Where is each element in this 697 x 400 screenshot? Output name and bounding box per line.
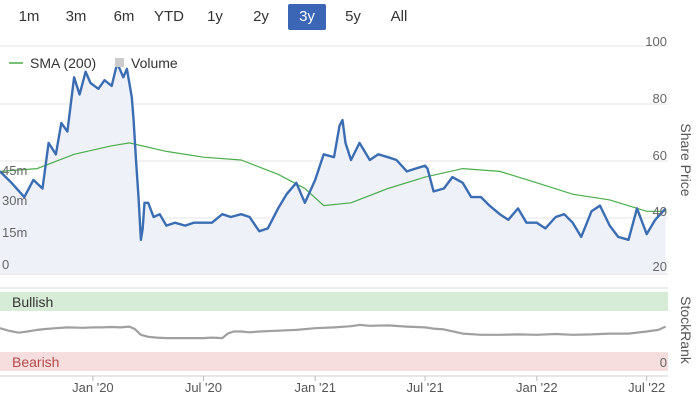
legend-sma-label: SMA (200) xyxy=(30,55,96,71)
legend-volume-label: Volume xyxy=(131,55,178,71)
volume-tick-0: 0 xyxy=(2,257,9,272)
volume-tick-30m: 30m xyxy=(2,193,27,208)
share-price-chart: SMA (200) Volume 100 80 60 40 20 45m 30m… xyxy=(0,34,694,395)
price-tick-60: 60 xyxy=(653,148,667,163)
volume-tick-15m: 15m xyxy=(2,225,27,240)
x-tick-label-jul-22: Jul '22 xyxy=(628,380,665,395)
bullish-band xyxy=(0,292,668,311)
stockrank-line xyxy=(0,323,667,340)
x-tick-label-jan-21: Jan '21 xyxy=(294,380,336,395)
share-price-area xyxy=(0,63,666,274)
x-tick-label-jan-22: Jan '22 xyxy=(516,380,558,395)
bullish-label: Bullish xyxy=(12,294,53,310)
x-axis-ticks xyxy=(92,376,648,381)
stockrank-axis-title: StockRank xyxy=(678,296,694,365)
legend-volume-swatch xyxy=(115,58,124,67)
x-tick-label-jan-20: Jan '20 xyxy=(72,380,114,395)
bearish-label: Bearish xyxy=(12,354,59,370)
x-tick-label-jul-21: Jul '21 xyxy=(407,380,444,395)
price-tick-20: 20 xyxy=(653,259,667,274)
bearish-band xyxy=(0,352,668,371)
stockrank-tick-0: 0 xyxy=(660,355,667,370)
x-tick-label-jul-20: Jul '20 xyxy=(185,380,222,395)
price-tick-80: 80 xyxy=(653,91,667,106)
price-tick-40: 40 xyxy=(653,204,667,219)
share-price-axis-title: Share Price xyxy=(678,123,694,196)
price-tick-100: 100 xyxy=(645,34,667,49)
volume-tick-45m: 45m xyxy=(2,163,27,178)
